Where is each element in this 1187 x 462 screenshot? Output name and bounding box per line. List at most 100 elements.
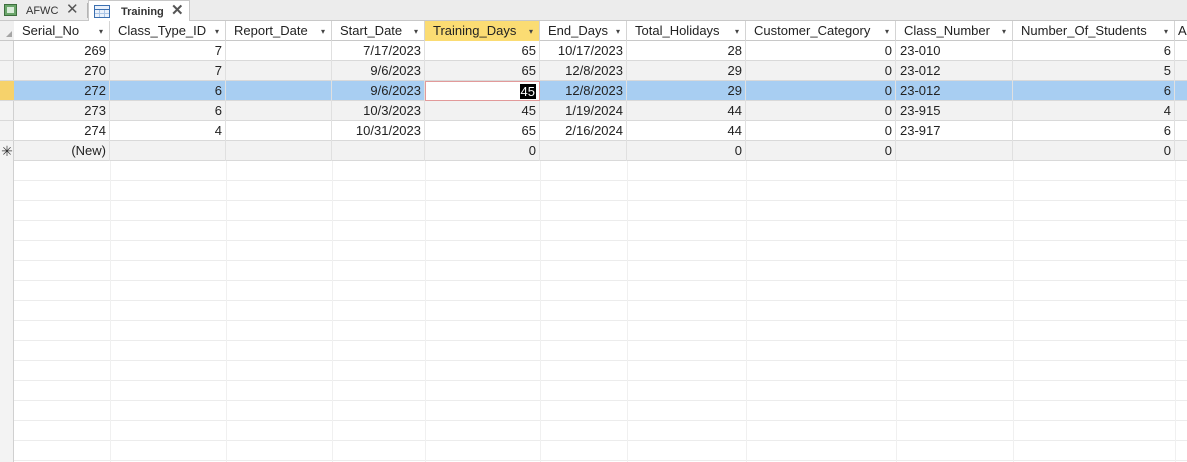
select-all-corner[interactable] <box>0 21 14 41</box>
cell-number-of-students[interactable]: 6 <box>1013 121 1175 141</box>
column-header-serial-no[interactable]: Serial_No ▾ <box>14 21 110 41</box>
cell-class-type-id[interactable]: 6 <box>110 81 226 101</box>
cell-customer-category[interactable]: 0 <box>746 41 896 61</box>
column-gridline <box>226 161 227 462</box>
column-header-label: A <box>1178 23 1187 38</box>
cell-report-date[interactable] <box>226 61 332 81</box>
record-selector[interactable] <box>0 41 14 61</box>
record-selector[interactable] <box>0 101 14 121</box>
cell-number-of-students[interactable]: 4 <box>1013 101 1175 121</box>
cell-end-days[interactable] <box>540 141 627 161</box>
cell-end-days[interactable]: 2/16/2024 <box>540 121 627 141</box>
cell-number-of-students[interactable]: 6 <box>1013 81 1175 101</box>
dropdown-icon[interactable]: ▾ <box>616 21 620 41</box>
cell-report-date[interactable] <box>226 81 332 101</box>
cell-report-date[interactable] <box>226 121 332 141</box>
cell-serial-no[interactable]: 272 <box>14 81 110 101</box>
cell-serial-no-new[interactable]: (New) <box>14 141 110 161</box>
cell-end-days[interactable]: 10/17/2023 <box>540 41 627 61</box>
cell-end-days[interactable]: 12/8/2023 <box>540 81 627 101</box>
dropdown-icon[interactable]: ▾ <box>529 21 533 41</box>
cell-customer-category[interactable]: 0 <box>746 141 896 161</box>
cell-total-holidays[interactable]: 44 <box>627 121 746 141</box>
cell-class-type-id[interactable]: 6 <box>110 101 226 121</box>
cell-end-days[interactable]: 12/8/2023 <box>540 61 627 81</box>
cell-total-holidays[interactable]: 29 <box>627 61 746 81</box>
cell-report-date[interactable] <box>226 41 332 61</box>
cell-report-date[interactable] <box>226 141 332 161</box>
cell-customer-category[interactable]: 0 <box>746 101 896 121</box>
cell-serial-no[interactable]: 273 <box>14 101 110 121</box>
cell-customer-category[interactable]: 0 <box>746 81 896 101</box>
column-header-next[interactable]: A <box>1175 21 1187 41</box>
cell-training-days[interactable]: 0 <box>425 141 540 161</box>
tab-training[interactable]: Training ✕ <box>88 0 190 22</box>
close-icon[interactable]: ✕ <box>66 1 79 19</box>
cell-start-date[interactable]: 9/6/2023 <box>332 61 425 81</box>
cell-total-holidays[interactable]: 28 <box>627 41 746 61</box>
column-header-end-days[interactable]: End_Days ▾ <box>540 21 627 41</box>
record-selector[interactable] <box>0 61 14 81</box>
cell-start-date[interactable]: 9/6/2023 <box>332 81 425 101</box>
cell-serial-no[interactable]: 274 <box>14 121 110 141</box>
cell-number-of-students[interactable]: 6 <box>1013 41 1175 61</box>
cell-training-days[interactable]: 65 <box>425 121 540 141</box>
cell-class-number[interactable]: 23-010 <box>896 41 1013 61</box>
tab-afwc[interactable]: AFWC ✕ <box>0 0 87 21</box>
cell-class-number[interactable]: 23-012 <box>896 81 1013 101</box>
cell-serial-no[interactable]: 269 <box>14 41 110 61</box>
cell-report-date[interactable] <box>226 101 332 121</box>
cell-class-type-id[interactable]: 4 <box>110 121 226 141</box>
dropdown-icon[interactable]: ▾ <box>321 21 325 41</box>
dropdown-icon[interactable]: ▾ <box>1164 21 1168 41</box>
cell-class-number[interactable] <box>896 141 1013 161</box>
record-selector[interactable] <box>0 121 14 141</box>
record-selector-current[interactable] <box>0 81 14 101</box>
column-header-class-number[interactable]: Class_Number ▾ <box>896 21 1013 41</box>
dropdown-icon[interactable]: ▾ <box>215 21 219 41</box>
cell-training-days-editing[interactable]: 45 <box>425 81 540 101</box>
cell-customer-category[interactable]: 0 <box>746 61 896 81</box>
dropdown-icon[interactable]: ▾ <box>885 21 889 41</box>
form-icon <box>4 4 17 16</box>
cell-serial-no[interactable]: 270 <box>14 61 110 81</box>
cell-class-type-id[interactable]: 7 <box>110 61 226 81</box>
dropdown-icon[interactable]: ▾ <box>735 21 739 41</box>
selected-cell-text[interactable]: 45 <box>519 84 536 99</box>
column-gridline <box>332 161 333 462</box>
column-header-customer-category[interactable]: Customer_Category ▾ <box>746 21 896 41</box>
cell-training-days[interactable]: 65 <box>425 41 540 61</box>
cell-training-days[interactable]: 65 <box>425 61 540 81</box>
cell-start-date[interactable]: 7/17/2023 <box>332 41 425 61</box>
cell-class-type-id[interactable]: 7 <box>110 41 226 61</box>
cell-class-number[interactable]: 23-917 <box>896 121 1013 141</box>
column-header-total-holidays[interactable]: Total_Holidays ▾ <box>627 21 746 41</box>
column-gridline <box>110 161 111 462</box>
cell-start-date[interactable]: 10/3/2023 <box>332 101 425 121</box>
column-header-label: Number_Of_Students <box>1021 23 1147 38</box>
column-header-training-days[interactable]: Training_Days ▾ <box>425 21 540 41</box>
column-header-class-type-id[interactable]: Class_Type_ID ▾ <box>110 21 226 41</box>
dropdown-icon[interactable]: ▾ <box>99 21 103 41</box>
close-icon[interactable]: ✕ <box>171 2 184 20</box>
column-header-start-date[interactable]: Start_Date ▾ <box>332 21 425 41</box>
cell-class-number[interactable]: 23-012 <box>896 61 1013 81</box>
cell-training-days[interactable]: 45 <box>425 101 540 121</box>
cell-start-date[interactable]: 10/31/2023 <box>332 121 425 141</box>
column-header-report-date[interactable]: Report_Date ▾ <box>226 21 332 41</box>
dropdown-icon[interactable]: ▾ <box>414 21 418 41</box>
cell-end-days[interactable]: 1/19/2024 <box>540 101 627 121</box>
cell-total-holidays[interactable]: 44 <box>627 101 746 121</box>
cell-start-date[interactable] <box>332 141 425 161</box>
cell-number-of-students[interactable]: 0 <box>1013 141 1175 161</box>
dropdown-icon[interactable]: ▾ <box>1002 21 1006 41</box>
cell-number-of-students[interactable]: 5 <box>1013 61 1175 81</box>
cell-total-holidays[interactable]: 29 <box>627 81 746 101</box>
cell-class-number[interactable]: 23-915 <box>896 101 1013 121</box>
cell-total-holidays[interactable]: 0 <box>627 141 746 161</box>
column-header-number-of-students[interactable]: Number_Of_Students ▾ <box>1013 21 1175 41</box>
cell-customer-category[interactable]: 0 <box>746 121 896 141</box>
cell-class-type-id[interactable] <box>110 141 226 161</box>
column-gridline <box>1175 161 1176 462</box>
table-row: 269 7 7/17/2023 65 10/17/2023 28 0 23-01… <box>14 41 1187 61</box>
